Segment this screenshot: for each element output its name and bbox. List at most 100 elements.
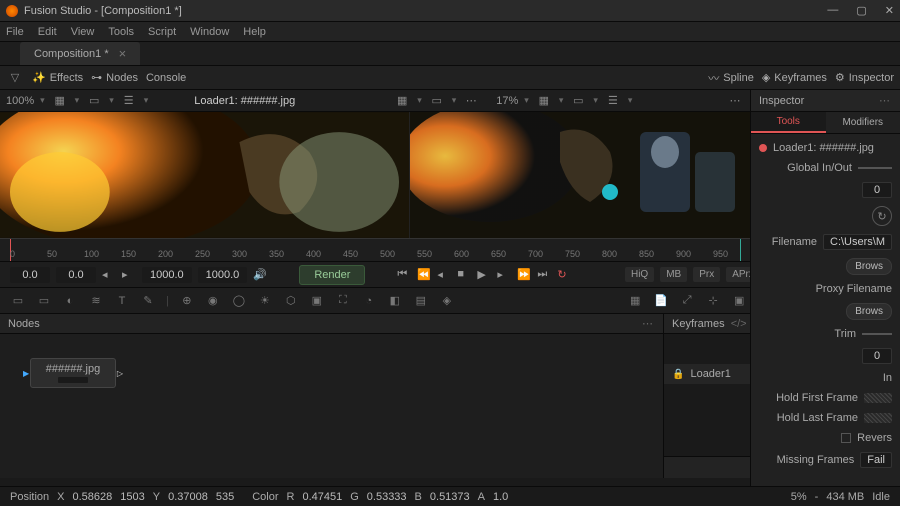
minimize-button[interactable]: — [827, 4, 838, 17]
node-output-icon[interactable]: ▷ [117, 369, 123, 378]
inspector-toggle[interactable]: ⚙Inspector [835, 71, 894, 84]
matte-tool-icon[interactable]: ◧ [387, 293, 403, 309]
channel-tool-icon[interactable]: ▤ [413, 293, 429, 309]
console-toggle[interactable]: Console [146, 72, 186, 84]
panel-menu-icon[interactable]: ⋯ [642, 317, 655, 330]
3d-tool-icon[interactable]: ◈ [439, 293, 455, 309]
menu-script[interactable]: Script [148, 26, 176, 38]
resize-tool-icon[interactable]: ⛶ [335, 293, 351, 309]
go-start-icon[interactable]: ⏮ [397, 268, 411, 282]
tab-tools[interactable]: Tools [751, 112, 826, 133]
grid-icon[interactable]: ▦ [393, 92, 411, 110]
ruler-tick: 550 [417, 249, 432, 259]
tracker-tool-icon[interactable]: ⊕ [179, 293, 195, 309]
browse-button[interactable]: Brows [846, 258, 892, 275]
list-icon[interactable]: ☰ [120, 92, 138, 110]
ruler-tick: 850 [639, 249, 654, 259]
reverse-checkbox[interactable] [841, 433, 851, 443]
reload-icon[interactable]: ↻ [872, 206, 892, 226]
loader-tool-icon[interactable]: ▭ [10, 293, 26, 309]
filename-field[interactable]: C:\Users\M [823, 234, 892, 250]
blur-tool-icon[interactable]: ◯ [231, 293, 247, 309]
chevron-down-icon[interactable]: ▾ [40, 95, 45, 106]
browse-button[interactable]: Brows [846, 303, 892, 320]
panel-menu-icon[interactable]: ⋯ [879, 94, 892, 107]
grid-icon[interactable]: ▦ [51, 92, 69, 110]
panel-icon[interactable]: ▭ [428, 92, 446, 110]
saver-tool-icon[interactable]: ▭ [36, 293, 52, 309]
more-icon[interactable]: ⋯ [726, 92, 744, 110]
mask-tool-icon[interactable]: ◔ [361, 293, 377, 309]
rewind-icon[interactable]: ⏪ [417, 268, 431, 282]
colorcorrector-tool-icon[interactable]: ◉ [205, 293, 221, 309]
viewer-1[interactable] [0, 112, 410, 238]
prev-keyframe-icon[interactable]: ◂ [102, 268, 116, 282]
forward-icon[interactable]: ⏩ [517, 268, 531, 282]
background-tool-icon[interactable]: ◐ [62, 293, 78, 309]
camera-tool-icon[interactable]: ▣ [731, 293, 747, 309]
spline-toggle[interactable]: 〰Spline [708, 70, 754, 86]
tab-close-icon[interactable]: × [119, 46, 127, 61]
viewer-2[interactable] [410, 112, 750, 238]
holdfirst-slider[interactable] [864, 393, 892, 403]
menu-tools[interactable]: Tools [108, 26, 134, 38]
render-button[interactable]: Render [299, 265, 365, 285]
nodes-panel[interactable]: Nodes ⋯ ▶ ######.jpg ▷ [0, 314, 664, 478]
wireless-tool-icon[interactable]: ⊹ [705, 293, 721, 309]
panel-icon[interactable]: ▭ [569, 92, 587, 110]
missing-dropdown[interactable]: Fail [860, 452, 892, 468]
paint-tool-icon[interactable]: ✎ [140, 293, 156, 309]
viewer1-zoom[interactable]: 100% [6, 95, 34, 107]
list-icon[interactable]: ☰ [604, 92, 622, 110]
panel-icon[interactable]: ▭ [85, 92, 103, 110]
transform-tool-icon[interactable]: ▣ [309, 293, 325, 309]
merge-tool-icon[interactable]: ⬡ [283, 293, 299, 309]
node-input-icon[interactable]: ▶ [23, 369, 29, 378]
tab-modifiers[interactable]: Modifiers [826, 112, 900, 133]
inspector-node-header[interactable]: Loader1: ######.jpg [759, 142, 892, 154]
go-end-icon[interactable]: ⏭ [537, 268, 551, 282]
pipe-tool-icon[interactable]: ⤢ [679, 293, 695, 309]
current-frame[interactable]: 0.0 [56, 267, 96, 283]
brightness-tool-icon[interactable]: ☀ [257, 293, 273, 309]
effects-toggle[interactable]: ✨Effects [32, 71, 83, 84]
out-point[interactable]: 1000.0 [142, 267, 192, 283]
lock-icon[interactable]: 🔒 [672, 369, 684, 380]
holdlast-slider[interactable] [864, 413, 892, 423]
fastnoise-tool-icon[interactable]: ≋ [88, 293, 104, 309]
hiq-toggle[interactable]: HiQ [625, 267, 654, 282]
keyframes-toggle[interactable]: ◈Keyframes [762, 71, 827, 84]
node-loader1[interactable]: ▶ ######.jpg ▷ [30, 358, 116, 388]
dropdown-button[interactable]: ▽ [6, 69, 24, 87]
menu-edit[interactable]: Edit [38, 26, 57, 38]
menu-help[interactable]: Help [243, 26, 266, 38]
text-tool-icon[interactable]: T [114, 293, 130, 309]
step-fwd-icon[interactable]: ▸ [497, 268, 511, 282]
viewer2-zoom[interactable]: 17% [496, 95, 518, 107]
maximize-button[interactable]: ▢ [856, 4, 866, 17]
in-point[interactable]: 0.0 [10, 267, 50, 283]
mb-toggle[interactable]: MB [660, 267, 687, 282]
more-icon[interactable]: ⋯ [462, 92, 480, 110]
underlay-tool-icon[interactable]: ▦ [627, 293, 643, 309]
stop-icon[interactable]: ■ [457, 268, 471, 282]
menu-file[interactable]: File [6, 26, 24, 38]
close-button[interactable]: ✕ [885, 4, 894, 17]
prx-toggle[interactable]: Prx [693, 267, 720, 282]
play-icon[interactable]: ▶ [477, 268, 491, 282]
sticky-tool-icon[interactable]: 📄 [653, 293, 669, 309]
tab-composition1[interactable]: Composition1 * × [20, 42, 140, 65]
duration[interactable]: 1000.0 [198, 267, 248, 283]
code-icon[interactable]: </> [731, 318, 747, 330]
grid-icon[interactable]: ▦ [535, 92, 553, 110]
trim-value[interactable]: 0 [862, 348, 892, 364]
next-keyframe-icon[interactable]: ▸ [122, 268, 136, 282]
nodes-toggle[interactable]: ⊶Nodes [91, 71, 138, 84]
loop-icon[interactable]: ↻ [557, 268, 571, 282]
audio-icon[interactable]: 🔊 [253, 268, 267, 282]
range-marker[interactable] [740, 239, 741, 261]
menu-view[interactable]: View [71, 26, 95, 38]
menu-window[interactable]: Window [190, 26, 229, 38]
step-back-icon[interactable]: ◂ [437, 268, 451, 282]
global-value[interactable]: 0 [862, 182, 892, 198]
